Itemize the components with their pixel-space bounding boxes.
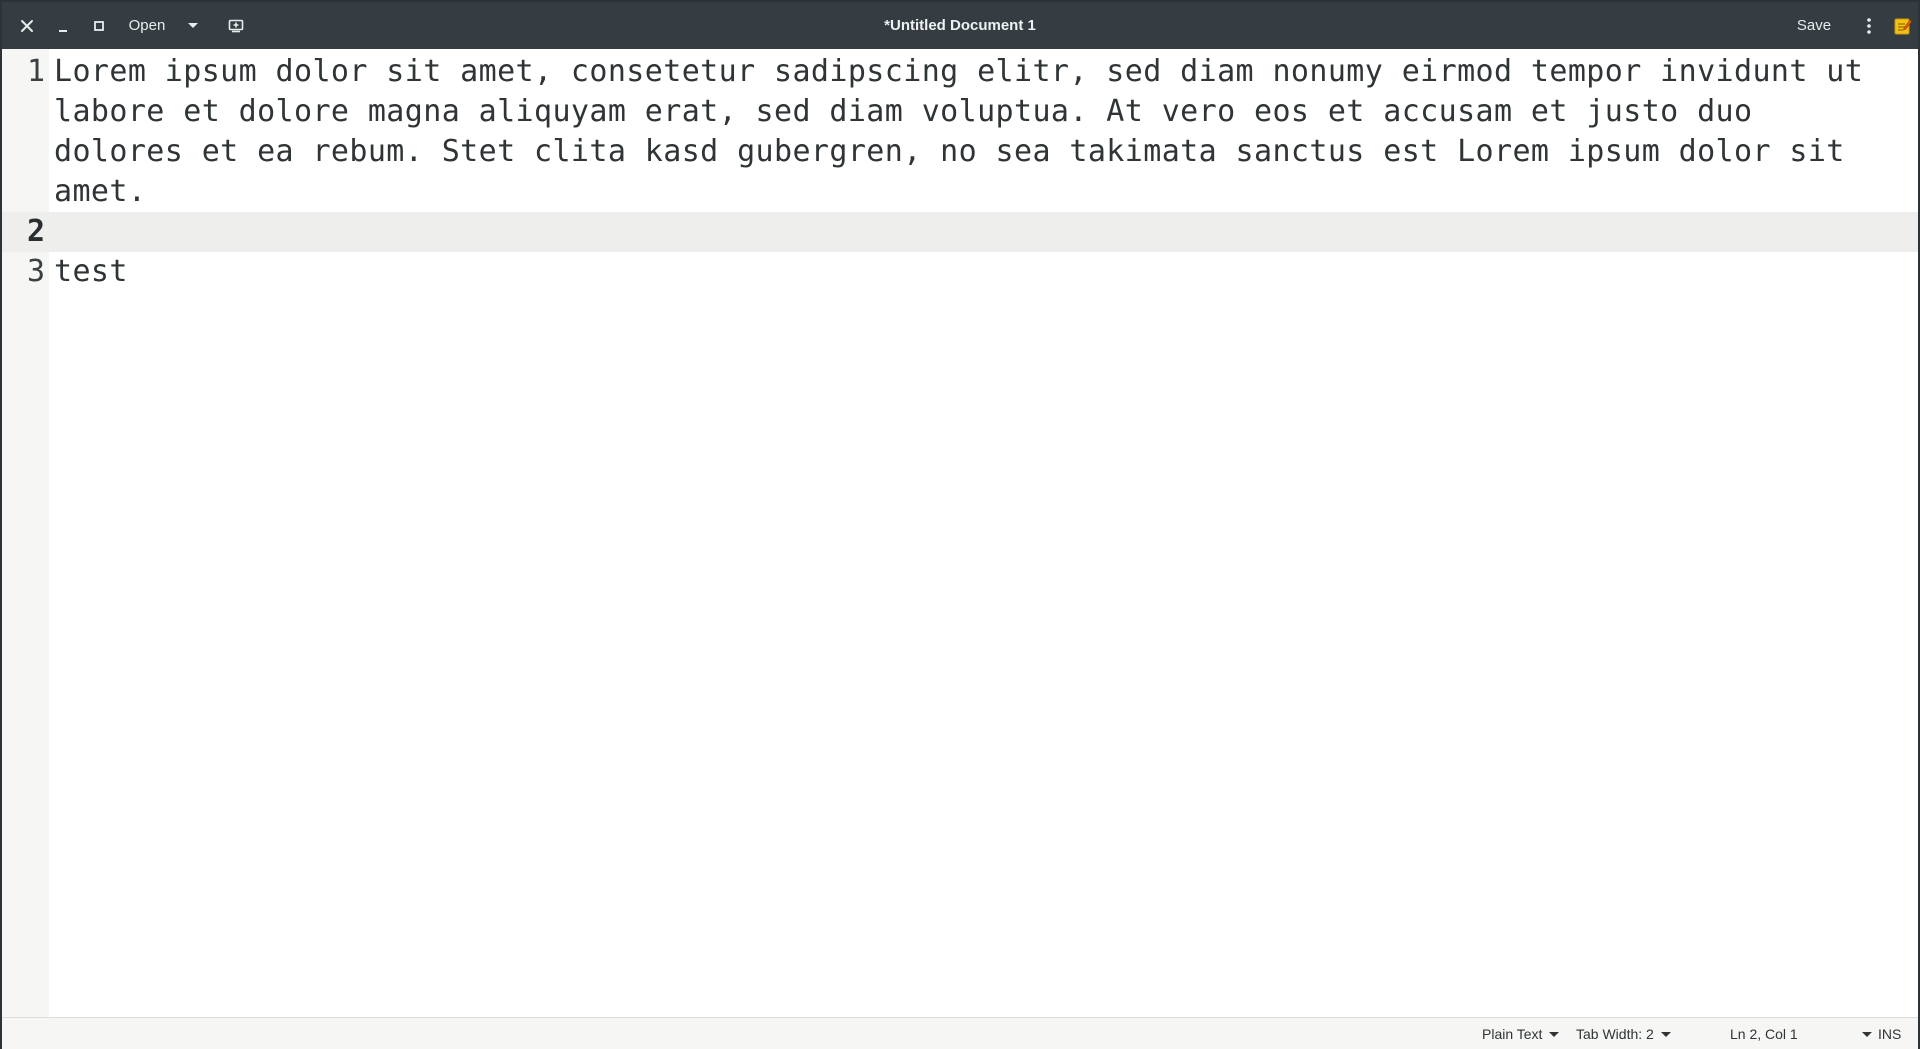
new-document-icon — [228, 19, 244, 32]
headerbar: Open *Untitled Document 1 Save — [2, 2, 1918, 49]
line-text[interactable]: test — [49, 252, 1918, 292]
editor-lines: 1 Lorem ipsum dolor sit amet, consetetur… — [2, 49, 1918, 292]
editor-line[interactable]: 3 test — [2, 252, 1918, 292]
chevron-down-icon — [1861, 1031, 1872, 1037]
language-label: Plain Text — [1482, 1026, 1543, 1042]
line-text[interactable]: Lorem ipsum dolor sit amet, consetetur s… — [49, 52, 1918, 212]
new-document-button[interactable] — [221, 2, 251, 49]
open-button-label: Open — [128, 17, 166, 34]
line-text[interactable] — [49, 212, 1918, 252]
vertical-dots-menu-icon — [1867, 17, 1871, 34]
open-button[interactable]: Open — [122, 2, 172, 49]
app-icon-button — [1890, 2, 1916, 49]
tab-width-selector[interactable]: Tab Width: 2 — [1576, 1018, 1671, 1049]
menu-button[interactable] — [1856, 2, 1882, 49]
minimize-icon — [59, 29, 67, 32]
maximize-icon — [94, 20, 104, 31]
editor-line[interactable]: 1 Lorem ipsum dolor sit amet, consetetur… — [2, 49, 1918, 212]
save-button[interactable]: Save — [1788, 2, 1840, 49]
text-editor-app-icon — [1894, 18, 1912, 34]
title-container: *Untitled Document 1 — [2, 2, 1918, 49]
line-number: 1 — [2, 52, 49, 212]
insert-mode-label: INS — [1878, 1026, 1902, 1042]
minimize-window-button[interactable] — [48, 2, 78, 49]
tab-width-label: Tab Width: 2 — [1576, 1026, 1654, 1042]
text-editor-area[interactable]: 1 Lorem ipsum dolor sit amet, consetetur… — [2, 49, 1918, 1017]
chevron-down-icon — [188, 22, 198, 28]
chevron-down-icon — [1549, 1031, 1560, 1037]
editor-window: Open *Untitled Document 1 Save 1 Lorem i… — [0, 0, 1920, 1049]
insert-mode-indicator[interactable]: INS — [1878, 1018, 1901, 1049]
cursor-position-label: Ln 2, Col 1 — [1730, 1026, 1798, 1042]
window-title: *Untitled Document 1 — [884, 17, 1036, 34]
language-selector[interactable]: Plain Text — [1482, 1018, 1560, 1049]
close-window-button[interactable] — [12, 2, 42, 49]
cursor-position-selector[interactable]: Ln 2, Col 1 — [1730, 1018, 1872, 1049]
save-button-label: Save — [1796, 17, 1832, 34]
close-icon — [21, 19, 33, 32]
line-number: 3 — [2, 252, 49, 292]
chevron-down-icon — [1660, 1031, 1671, 1037]
statusbar: Plain Text Tab Width: 2 Ln 2, Col 1 INS — [2, 1017, 1918, 1049]
open-recent-dropdown-button[interactable] — [180, 2, 206, 49]
editor-line-current[interactable]: 2 — [2, 212, 1918, 252]
maximize-window-button[interactable] — [84, 2, 114, 49]
line-number: 2 — [2, 212, 49, 252]
